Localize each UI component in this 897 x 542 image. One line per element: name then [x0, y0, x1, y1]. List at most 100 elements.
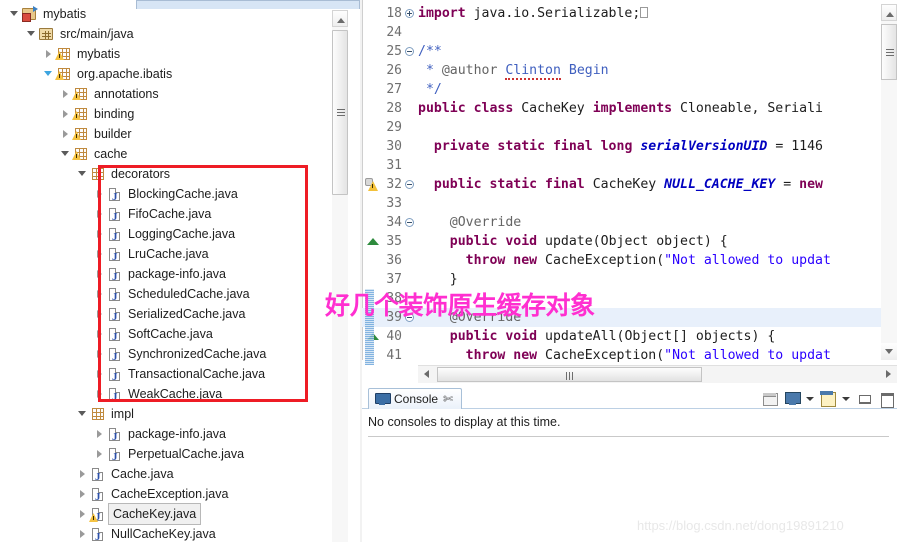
code-line[interactable]: 32 public static final CacheKey NULL_CAC…: [362, 175, 897, 194]
tree-item[interactable]: PerpetualCache.java: [0, 444, 340, 467]
code-line[interactable]: 33: [362, 194, 897, 213]
new-console-dropdown-arrow-icon[interactable]: [842, 390, 851, 407]
chevron-right-icon[interactable]: [76, 464, 89, 484]
display-selected-console-icon[interactable]: [784, 390, 801, 407]
code-line[interactable]: 38: [362, 289, 897, 308]
chevron-down-icon[interactable]: [76, 164, 89, 184]
editor-scrollbar-thumb[interactable]: [881, 24, 897, 80]
warning-marker-icon[interactable]: [365, 178, 378, 191]
fold-collapse-icon[interactable]: [405, 218, 414, 227]
code-line[interactable]: 28 public class CacheKey implements Clone…: [362, 99, 897, 118]
code-line[interactable]: 41 throw new CacheException("Not allowed…: [362, 346, 897, 365]
tree-item[interactable]: org.apache.ibatis: [0, 64, 340, 84]
tree-item[interactable]: Cache.java: [0, 464, 340, 487]
tree-item[interactable]: FifoCache.java: [0, 204, 340, 227]
tree-item[interactable]: builder: [0, 124, 340, 144]
code-line[interactable]: 35 public void update(Object object) {: [362, 232, 897, 251]
chevron-down-icon[interactable]: [25, 24, 38, 44]
editor-scroll-down-arrow-icon[interactable]: [881, 343, 897, 360]
chevron-right-icon[interactable]: [59, 84, 72, 104]
chevron-right-icon[interactable]: [76, 524, 89, 542]
chevron-right-icon[interactable]: [93, 344, 106, 364]
maximize-icon[interactable]: [878, 390, 895, 408]
tree-item[interactable]: package-info.java: [0, 264, 340, 287]
code-line[interactable]: 24: [362, 23, 897, 42]
tree-item[interactable]: impl: [0, 404, 340, 424]
fold-collapse-icon[interactable]: [405, 47, 414, 56]
chevron-right-icon[interactable]: [93, 244, 106, 264]
tree-item[interactable]: LoggingCache.java: [0, 224, 340, 247]
fold-expand-icon[interactable]: [405, 9, 414, 18]
tree-item[interactable]: cache: [0, 144, 340, 164]
chevron-right-icon[interactable]: [93, 204, 106, 224]
tree-item[interactable]: NullCacheKey.java: [0, 524, 340, 542]
fold-collapse-icon[interactable]: [405, 180, 414, 189]
tree-item[interactable]: decorators: [0, 164, 340, 184]
chevron-right-icon[interactable]: [93, 324, 106, 344]
close-icon[interactable]: ✄: [443, 392, 453, 406]
chevron-down-icon[interactable]: [59, 144, 72, 164]
chevron-right-icon[interactable]: [42, 44, 55, 64]
display-dropdown-arrow-icon[interactable]: [806, 390, 815, 407]
code-line[interactable]: 40 public void updateAll(Object[] object…: [362, 327, 897, 346]
tree-item[interactable]: ScheduledCache.java: [0, 284, 340, 307]
annotation-ruler-bar[interactable]: [365, 289, 374, 365]
editor-scroll-up-arrow-icon[interactable]: [881, 4, 897, 21]
tree-item[interactable]: CacheException.java: [0, 484, 340, 507]
override-marker-icon[interactable]: [367, 238, 379, 245]
chevron-right-icon[interactable]: [93, 224, 106, 244]
editor-vertical-scrollbar[interactable]: [881, 4, 897, 360]
chevron-right-icon[interactable]: [93, 184, 106, 204]
tree-item[interactable]: annotations: [0, 84, 340, 104]
chevron-right-icon[interactable]: [59, 124, 72, 144]
tree-item[interactable]: WeakCache.java: [0, 384, 340, 407]
chevron-down-icon[interactable]: [76, 404, 89, 424]
tree-item[interactable]: binding: [0, 104, 340, 124]
code-line[interactable]: 39 @Override: [362, 308, 897, 327]
editor-horizontal-scrollbar[interactable]: [418, 365, 897, 383]
tree-item[interactable]: CacheKey.java: [0, 503, 340, 527]
scrollbar-thumb[interactable]: [332, 30, 348, 195]
chevron-right-icon[interactable]: [93, 444, 106, 464]
tree-item[interactable]: SerializedCache.java: [0, 304, 340, 327]
code-editor[interactable]: 18 import java.io.Serializable; 24 25 /** 26 …: [362, 0, 897, 383]
chevron-right-icon[interactable]: [76, 504, 89, 524]
tree-item[interactable]: package-info.java: [0, 424, 340, 447]
chevron-down-icon[interactable]: [42, 64, 55, 84]
explorer-vertical-scrollbar[interactable]: [332, 10, 348, 542]
chevron-right-icon[interactable]: [93, 424, 106, 444]
code-lines[interactable]: 18 import java.io.Serializable; 24 25 /** 26 …: [362, 4, 897, 365]
chevron-right-icon[interactable]: [59, 104, 72, 124]
chevron-right-icon[interactable]: [93, 384, 106, 404]
code-line[interactable]: 27 */: [362, 80, 897, 99]
tree-item[interactable]: LruCache.java: [0, 244, 340, 267]
chevron-right-icon[interactable]: [76, 484, 89, 504]
code-line[interactable]: 37 }: [362, 270, 897, 289]
tree-item[interactable]: SoftCache.java: [0, 324, 340, 347]
code-line[interactable]: 31: [362, 156, 897, 175]
tree-item[interactable]: mybatis: [0, 44, 340, 64]
code-line[interactable]: 29: [362, 118, 897, 137]
code-line[interactable]: 18 import java.io.Serializable;: [362, 4, 897, 23]
code-line[interactable]: 25 /**: [362, 42, 897, 61]
code-line[interactable]: 34 @Override: [362, 213, 897, 232]
fold-collapse-icon[interactable]: [405, 313, 414, 322]
tree-item[interactable]: mybatis: [0, 4, 340, 24]
tree-item[interactable]: BlockingCache.java: [0, 184, 340, 207]
scroll-left-arrow-icon[interactable]: [418, 366, 435, 383]
minimize-icon[interactable]: [856, 390, 873, 407]
scroll-right-arrow-icon[interactable]: [880, 366, 897, 383]
console-body[interactable]: No consoles to display at this time.: [362, 409, 897, 542]
code-line[interactable]: 36 throw new CacheException("Not allowed…: [362, 251, 897, 270]
scroll-up-arrow-icon[interactable]: [332, 10, 348, 27]
horizontal-scrollbar-thumb[interactable]: [437, 367, 702, 382]
chevron-down-icon[interactable]: [8, 4, 21, 24]
project-tree[interactable]: mybatis src/main/java mybatis org.apache.ib…: [0, 4, 340, 542]
chevron-right-icon[interactable]: [93, 364, 106, 384]
chevron-right-icon[interactable]: [93, 304, 106, 324]
tree-item[interactable]: SynchronizedCache.java: [0, 344, 340, 367]
chevron-right-icon[interactable]: [93, 264, 106, 284]
tab-console[interactable]: Console ✄: [368, 388, 463, 409]
code-line[interactable]: 30 private static final long serialVersi…: [362, 137, 897, 156]
new-console-view-icon[interactable]: [820, 390, 837, 407]
